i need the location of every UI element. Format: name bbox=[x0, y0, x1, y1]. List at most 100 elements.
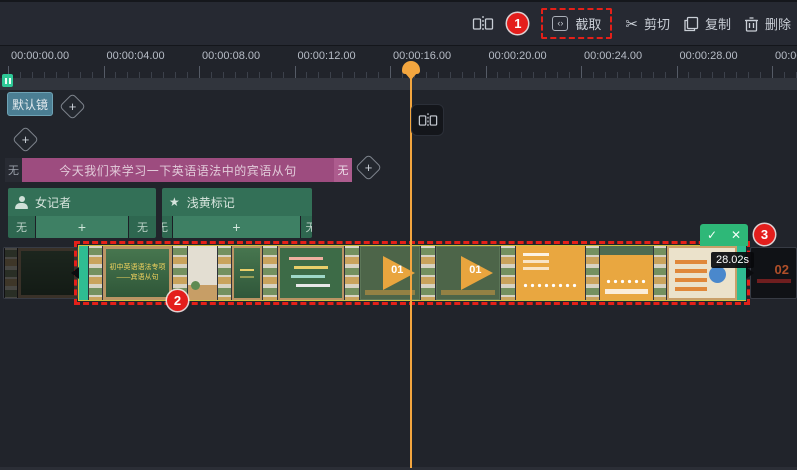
clip-frame-chalk-lines bbox=[278, 246, 344, 300]
playhead-handle[interactable] bbox=[402, 61, 420, 80]
marker-block-controls: 无 + 无 bbox=[8, 216, 156, 238]
subtitle-fade-out-tag[interactable]: 无 bbox=[334, 158, 352, 182]
clip-frame-strip bbox=[217, 246, 232, 300]
add-keyframe-button-row2[interactable]: + bbox=[12, 126, 39, 153]
ruler-label: 00:00:16.00 bbox=[393, 50, 452, 62]
crop-button-label: 截取 bbox=[575, 17, 602, 32]
cut-button-label: 剪切 bbox=[643, 17, 670, 32]
ruler-tick bbox=[485, 66, 487, 78]
ruler-label: 00:00:00.00 bbox=[11, 50, 70, 62]
timeline-ruler[interactable]: 00:00:00.00 00:00:04.00 00:00:08.00 00:00:1… bbox=[0, 47, 797, 78]
annotation-step-3-number: 3 bbox=[760, 227, 769, 242]
previous-clip-dimmed[interactable] bbox=[3, 247, 78, 299]
add-keyframe-button-camera[interactable]: + bbox=[59, 93, 86, 120]
confirm-check-button[interactable]: ✓ bbox=[700, 224, 724, 246]
angle-brackets-icon: ‹› bbox=[552, 16, 569, 31]
trash-icon bbox=[744, 16, 758, 32]
copy-button[interactable]: 复制 bbox=[683, 14, 731, 33]
crop-button-highlight[interactable]: ‹› 截取 bbox=[541, 8, 613, 39]
clip-frame-strip bbox=[500, 246, 516, 300]
marker-add-button[interactable]: + bbox=[36, 216, 128, 238]
marker-left-tag[interactable]: 无 bbox=[162, 216, 172, 238]
trim-handle-left[interactable] bbox=[79, 246, 88, 300]
trim-arrow-left-icon[interactable] bbox=[71, 267, 79, 279]
copy-button-label: 复制 bbox=[704, 17, 731, 32]
clip-frame-slide01: 01 bbox=[436, 246, 500, 300]
copy-icon bbox=[684, 16, 699, 31]
video-track: ✓ ✕ 28.02s 初中英语语法专项 ——宾语从句 01 01 02 bbox=[0, 224, 797, 305]
marker-block-header: ★ 浅黄标记 bbox=[162, 188, 312, 216]
ruler-tick bbox=[294, 66, 296, 78]
timeline-panel: 1 ‹› 截取 ✂ 剪切 复制 删除 00:00:00.00 00:00:04.… bbox=[0, 0, 797, 470]
clip-frame-text: 01 bbox=[391, 264, 404, 276]
marker-block-header: 女记者 bbox=[8, 188, 156, 216]
scissors-icon: ✂ bbox=[625, 14, 638, 33]
ruler-tick bbox=[676, 66, 678, 78]
clip-frame-text: 01 bbox=[469, 264, 482, 276]
timeline-toolbar: 1 ‹› 截取 ✂ 剪切 复制 删除 bbox=[0, 0, 797, 46]
marker-block-controls: 无 + 无 bbox=[162, 216, 312, 238]
clip-frame-strip bbox=[344, 246, 360, 300]
next-clip-dimmed[interactable]: 02 bbox=[750, 247, 797, 299]
add-keyframe-button-subtitle[interactable]: + bbox=[355, 154, 382, 181]
trim-arrow-right-icon[interactable] bbox=[746, 267, 754, 279]
ruler-tick bbox=[199, 66, 200, 78]
subtitle-text: 今天我们来学习一下英语语法中的宾语从句 bbox=[59, 163, 297, 178]
clip-frame-text: 初中英语语法专项 ——宾语从句 bbox=[109, 263, 166, 282]
subtitle-fade-in-tag[interactable]: 无 bbox=[5, 158, 22, 182]
track-lane-divider bbox=[0, 78, 797, 90]
clip-frame-orange-header bbox=[600, 246, 653, 300]
clip-frame-strip bbox=[653, 246, 667, 300]
marker-block-reporter[interactable]: 女记者 无 + 无 bbox=[8, 188, 156, 238]
annotation-step-1-number: 1 bbox=[514, 16, 522, 31]
cut-button[interactable]: ✂ 剪切 bbox=[625, 14, 670, 33]
marker-left-tag[interactable]: 无 bbox=[8, 216, 35, 238]
subtitle-clip[interactable]: 今天我们来学习一下英语语法中的宾语从句 bbox=[22, 158, 334, 182]
marker-add-button[interactable]: + bbox=[173, 216, 300, 238]
default-camera-button[interactable]: 默认镜 bbox=[7, 92, 53, 116]
ruler-label: 00:00:04.00 bbox=[106, 50, 165, 62]
split-icon bbox=[473, 15, 494, 32]
marker-right-tag[interactable]: 无 bbox=[129, 216, 156, 238]
marker-block-title: 浅黄标记 bbox=[186, 195, 235, 210]
plus-icon: + bbox=[364, 160, 373, 175]
selection-duration-badge: 28.02s bbox=[711, 252, 755, 268]
clip-frame-orange-dots bbox=[516, 246, 585, 300]
ruler-tick bbox=[772, 66, 773, 78]
ruler-label: 00:00 bbox=[775, 50, 797, 62]
split-indicator-badge bbox=[411, 104, 444, 136]
clip-frame-chalk-small bbox=[232, 246, 262, 300]
default-camera-label: 默认镜 bbox=[11, 97, 48, 112]
next-clip-number: 02 bbox=[774, 262, 789, 277]
delete-button-label: 删除 bbox=[764, 17, 791, 32]
delete-button[interactable]: 删除 bbox=[744, 14, 791, 33]
clip-frame-strip bbox=[420, 246, 436, 300]
selected-clip-filmstrip[interactable]: 初中英语语法专项 ——宾语从句 01 01 bbox=[88, 246, 737, 300]
clip-frame-chalk-title: 初中英语语法专项 ——宾语从句 bbox=[103, 246, 172, 300]
plus-icon: + bbox=[68, 99, 77, 114]
split-icon bbox=[418, 112, 437, 128]
pause-marker-icon[interactable] bbox=[2, 74, 13, 87]
ruler-label: 00:00:08.00 bbox=[202, 50, 261, 62]
person-icon bbox=[15, 195, 28, 209]
ruler-label: 00:00:20.00 bbox=[488, 50, 547, 62]
split-button[interactable] bbox=[472, 15, 494, 33]
trim-confirm-panel: ✓ ✕ bbox=[700, 224, 748, 246]
star-icon: ★ bbox=[169, 195, 180, 209]
annotation-step-2-number: 2 bbox=[173, 293, 182, 308]
ruler-tick bbox=[390, 66, 391, 78]
marker-block-yellow[interactable]: ★ 浅黄标记 无 + 无 bbox=[162, 188, 312, 238]
ruler-tick bbox=[103, 66, 105, 78]
annotation-step-1: 1 bbox=[507, 13, 529, 34]
clip-frame-strip bbox=[262, 246, 278, 300]
cancel-x-button[interactable]: ✕ bbox=[724, 224, 748, 246]
ruler-label: 00:00:28.00 bbox=[679, 50, 738, 62]
marker-right-tag[interactable]: 无 bbox=[301, 216, 312, 238]
subtitle-track: 无 今天我们来学习一下英语语法中的宾语从句 无 + bbox=[0, 154, 797, 182]
annotation-step-2: 2 bbox=[167, 290, 188, 311]
annotation-step-3: 3 bbox=[754, 224, 775, 245]
next-clip-subtitle-bar bbox=[757, 279, 791, 283]
clip-frame-strip bbox=[585, 246, 600, 300]
clip-frame-strip bbox=[88, 246, 103, 300]
ruler-label: 00:00:24.00 bbox=[584, 50, 643, 62]
